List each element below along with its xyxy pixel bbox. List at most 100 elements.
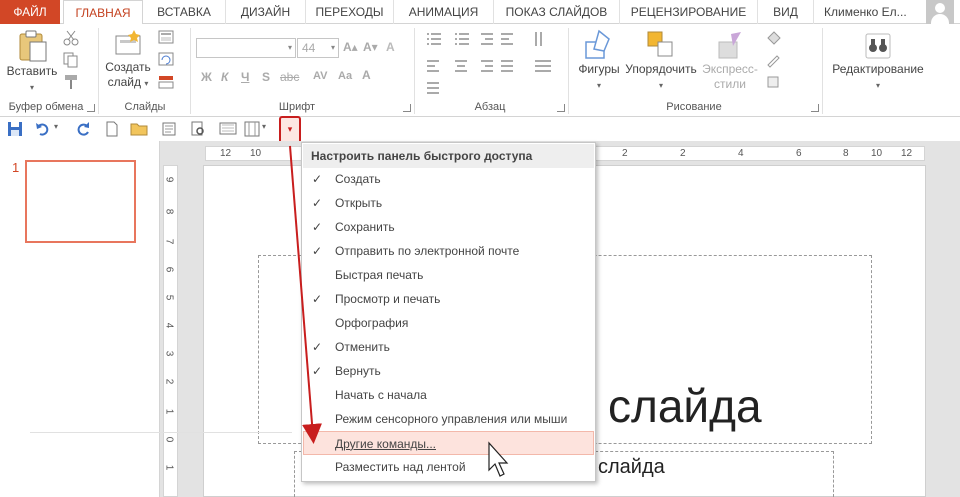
menu-item-email[interactable]: ✓ Отправить по электронной почте [303, 239, 594, 263]
cut-icon[interactable] [62, 30, 80, 46]
ruler-tick: 2 [680, 148, 686, 159]
touch-mode-icon[interactable] [243, 121, 261, 137]
format-painter-icon[interactable] [62, 74, 80, 90]
shapes-label: Фигуры [578, 62, 620, 76]
tab-slideshow[interactable]: ПОКАЗ СЛАЙДОВ [494, 0, 620, 24]
tab-transitions[interactable]: ПЕРЕХОДЫ [306, 0, 394, 24]
chevron-down-icon[interactable]: ▾ [54, 122, 58, 131]
paragraph-buttons[interactable] [425, 30, 575, 96]
user-name[interactable]: Клименко Ел... [824, 0, 907, 24]
shape-effects-icon[interactable] [765, 74, 783, 90]
checkmark-icon: ✓ [312, 220, 323, 234]
group-label-font: Шрифт [278, 101, 316, 113]
quick-styles-button[interactable]: Экспресс- стили [697, 28, 763, 92]
ruler-tick: 6 [163, 266, 175, 273]
redo-icon[interactable] [75, 121, 91, 137]
open-folder-icon[interactable] [130, 121, 148, 137]
menu-separator [30, 432, 292, 433]
tab-view[interactable]: ВИД [758, 0, 814, 24]
ruler-tick: 4 [163, 322, 175, 329]
paragraph-launcher-icon[interactable] [557, 104, 565, 112]
char-spacing-icon[interactable]: AV [313, 70, 327, 82]
quick-styles-label: Экспресс- стили [702, 62, 758, 91]
tab-animations[interactable]: АНИМАЦИЯ [394, 0, 494, 24]
ruler-tick: 2 [622, 148, 628, 159]
menu-item-show-above-ribbon[interactable]: Разместить над лентой [303, 455, 594, 479]
checkmark-icon: ✓ [312, 292, 323, 306]
ruler-tick: 12 [901, 148, 913, 159]
change-case-icon[interactable]: Aa [338, 70, 352, 82]
tab-design[interactable]: ДИЗАЙН [226, 0, 306, 24]
ruler-tick: 8 [163, 208, 175, 215]
bold-button[interactable]: Ж [201, 70, 212, 84]
avatar[interactable] [926, 0, 954, 24]
arrange-label: Упорядочить [625, 62, 697, 76]
tab-review[interactable]: РЕЦЕНЗИРОВАНИЕ [620, 0, 758, 24]
menu-item-undo[interactable]: ✓ Отменить [303, 335, 594, 359]
ruler-tick: 9 [163, 176, 175, 183]
menu-item-touch-mode[interactable]: Режим сенсорного управления или мыши [303, 407, 594, 431]
undo-icon[interactable] [35, 121, 51, 137]
arrange-button[interactable]: Упорядочить ▾ [624, 28, 698, 93]
ruler-tick: 5 [163, 294, 175, 301]
ruler-tick: 2 [163, 378, 175, 385]
chevron-down-icon[interactable]: ▾ [262, 122, 266, 131]
group-label-drawing: Рисование [666, 101, 722, 113]
menu-item-more-commands[interactable]: Другие команды... [303, 431, 594, 455]
shape-fill-icon[interactable] [765, 30, 783, 46]
layout-icon[interactable] [158, 30, 176, 46]
ruler-tick: 12 [220, 148, 232, 159]
editing-button[interactable]: Редактирование ▾ [828, 28, 928, 93]
shapes-icon [585, 29, 610, 59]
tab-file[interactable]: ФАЙЛ [0, 0, 60, 24]
menu-item-redo[interactable]: ✓ Вернуть [303, 359, 594, 383]
font-color-icon[interactable]: A [362, 68, 371, 82]
copy-icon[interactable] [62, 52, 80, 68]
paste-button[interactable]: Вставить ▾ [4, 28, 60, 95]
slideshow-start-icon[interactable] [219, 121, 237, 137]
grow-font-icon[interactable]: A▴ [343, 40, 358, 54]
clipboard-launcher-icon[interactable] [87, 104, 95, 112]
email-icon[interactable] [161, 121, 177, 137]
ruler-tick: 0 [163, 436, 175, 443]
ruler-tick: 7 [163, 238, 175, 245]
new-slide-icon [115, 30, 141, 55]
save-icon[interactable] [7, 121, 23, 137]
ruler-tick: 10 [871, 148, 883, 159]
underline-button[interactable]: Ч [241, 70, 249, 84]
slide-thumbnail[interactable] [25, 160, 136, 243]
menu-item-spelling[interactable]: Орфография [303, 311, 594, 335]
ruler-tick: 3 [163, 350, 175, 357]
font-launcher-icon[interactable] [403, 104, 411, 112]
italic-button[interactable]: К [221, 70, 228, 84]
font-size-combo[interactable]: 44 ▾ [297, 38, 339, 58]
new-slide-button[interactable]: Создать слайд ▾ [102, 28, 154, 91]
strikethrough-button[interactable]: abc [280, 70, 299, 84]
print-preview-icon[interactable] [190, 121, 206, 137]
new-document-icon[interactable] [104, 121, 120, 137]
arrange-icon [647, 31, 673, 57]
reset-icon[interactable] [158, 52, 176, 68]
shadow-button[interactable]: S [262, 70, 270, 84]
tab-insert[interactable]: ВСТАВКА [143, 0, 226, 24]
menu-item-new[interactable]: ✓ Создать [303, 167, 594, 191]
chevron-down-icon: ▾ [287, 124, 293, 134]
font-name-combo[interactable]: ▾ [196, 38, 296, 58]
group-label-slides: Слайды [124, 101, 166, 113]
menu-item-start-from-beginning[interactable]: Начать с начала [303, 383, 594, 407]
ruler-tick: 6 [796, 148, 802, 159]
clear-format-icon[interactable]: A [386, 40, 395, 54]
menu-item-save[interactable]: ✓ Сохранить [303, 215, 594, 239]
drawing-launcher-icon[interactable] [811, 104, 819, 112]
shape-outline-icon[interactable] [765, 52, 783, 68]
tab-home[interactable]: ГЛАВНАЯ [63, 0, 143, 25]
shapes-button[interactable]: Фигуры ▾ [574, 28, 624, 93]
menu-item-quick-print[interactable]: Быстрая печать [303, 263, 594, 287]
section-icon[interactable] [158, 74, 176, 90]
menu-header: Настроить панель быстрого доступа [303, 144, 594, 168]
shrink-font-icon[interactable]: A▾ [363, 40, 378, 54]
menu-item-open[interactable]: ✓ Открыть [303, 191, 594, 215]
checkmark-icon: ✓ [312, 244, 323, 258]
slide-subtitle-text: слайда [598, 456, 665, 478]
menu-item-print-preview[interactable]: ✓ Просмотр и печать [303, 287, 594, 311]
